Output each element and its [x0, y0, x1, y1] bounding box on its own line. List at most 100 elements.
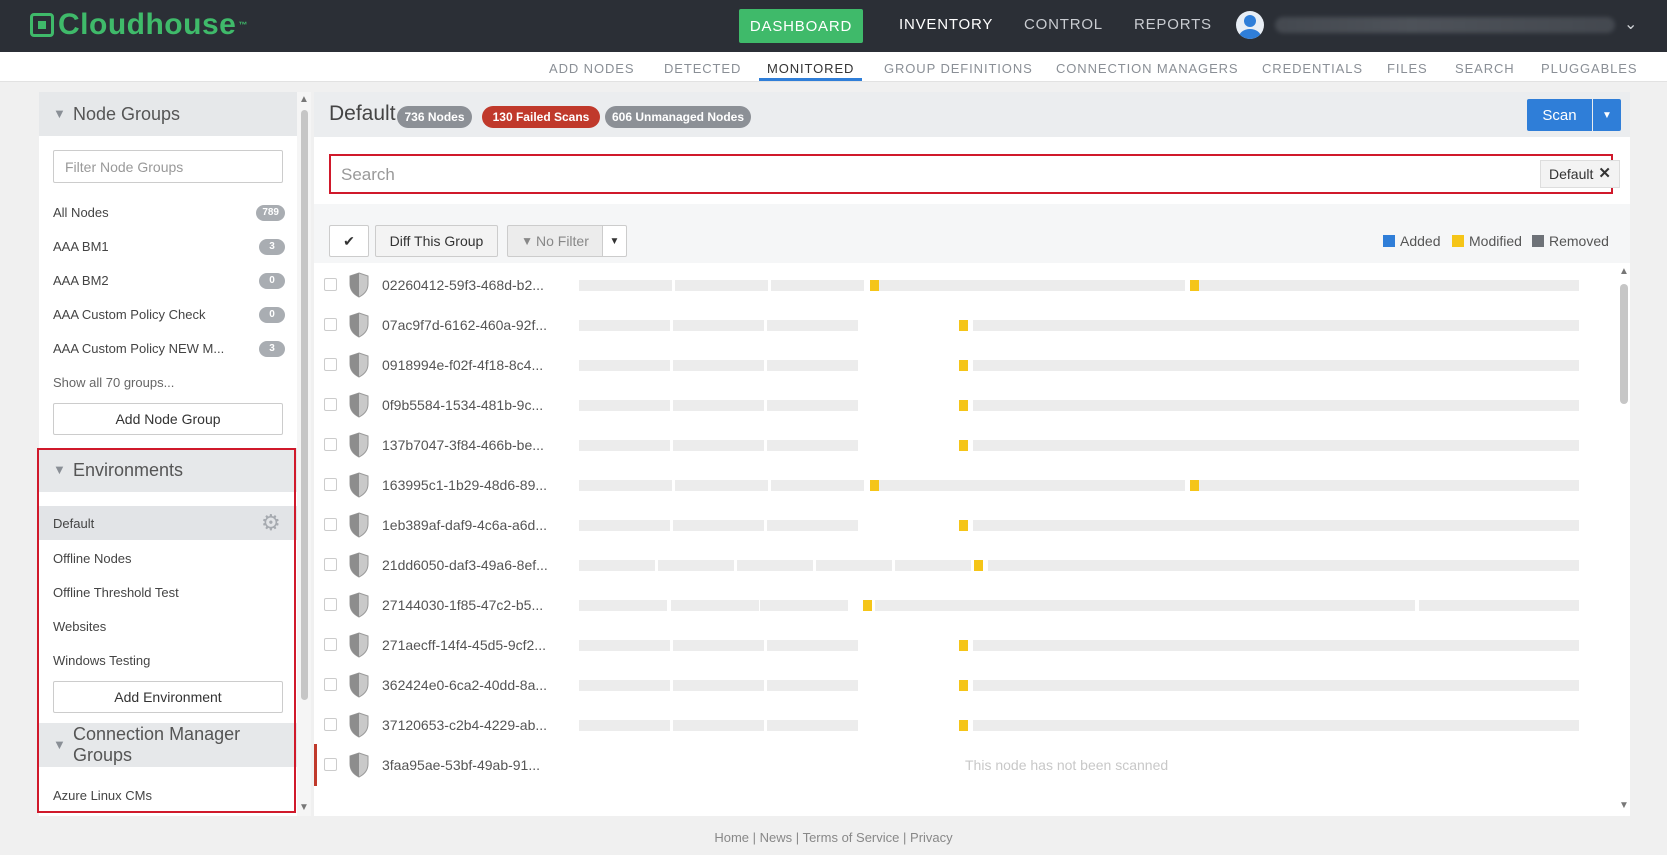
add-node-group-button[interactable]: Add Node Group	[53, 403, 283, 435]
row-checkbox[interactable]	[324, 678, 337, 691]
row-checkbox[interactable]	[324, 358, 337, 371]
footer-home-link[interactable]: Home	[714, 830, 749, 845]
table-row[interactable]: 0f9b5584-1534-481b-9c...	[314, 384, 1614, 426]
table-row[interactable]: 1eb389af-daf9-4c6a-a6d...	[314, 504, 1614, 546]
scan-history-timeline[interactable]	[579, 280, 1579, 291]
filter-dropdown-icon[interactable]: ▼	[602, 225, 627, 257]
footer-privacy-link[interactable]: Privacy	[910, 830, 953, 845]
sidebar-item-aaa-bm1[interactable]: AAA BM1	[53, 239, 109, 254]
table-row[interactable]: 02260412-59f3-468d-b2...	[314, 264, 1614, 306]
row-checkbox[interactable]	[324, 478, 337, 491]
footer-terms-link[interactable]: Terms of Service	[803, 830, 900, 845]
close-icon[interactable]: ✕	[1598, 161, 1611, 187]
timeline-segment[interactable]	[673, 680, 764, 691]
timeline-segment[interactable]	[579, 560, 655, 571]
timeline-segment[interactable]	[579, 320, 670, 331]
node-id-link[interactable]: 02260412-59f3-468d-b2...	[382, 277, 544, 293]
node-id-link[interactable]: 362424e0-6ca2-40dd-8a...	[382, 677, 547, 693]
subnav-detected[interactable]: DETECTED	[664, 61, 741, 76]
timeline-segment[interactable]	[816, 560, 892, 571]
diff-this-group-button[interactable]: Diff This Group	[375, 225, 498, 257]
scan-history-timeline[interactable]	[579, 680, 1579, 691]
timeline-segment[interactable]	[973, 320, 1579, 331]
row-checkbox[interactable]	[324, 558, 337, 571]
select-all-checkbox-button[interactable]: ✔	[329, 225, 369, 257]
table-row[interactable]: 362424e0-6ca2-40dd-8a...	[314, 664, 1614, 706]
timeline-segment[interactable]	[673, 400, 764, 411]
timeline-segment[interactable]	[579, 680, 670, 691]
timeline-segment[interactable]	[579, 640, 670, 651]
timeline-segment[interactable]	[673, 320, 764, 331]
subnav-connection-managers[interactable]: CONNECTION MANAGERS	[1056, 61, 1239, 76]
node-id-link[interactable]: 1eb389af-daf9-4c6a-a6d...	[382, 517, 547, 533]
row-checkbox[interactable]	[324, 638, 337, 651]
scan-history-timeline[interactable]	[579, 600, 1579, 611]
node-id-link[interactable]: 27144030-1f85-47c2-b5...	[382, 597, 543, 613]
timeline-segment[interactable]	[767, 520, 858, 531]
timeline-segment[interactable]	[579, 360, 670, 371]
timeline-segment[interactable]	[767, 720, 858, 731]
modified-marker[interactable]	[1190, 480, 1199, 491]
node-id-link[interactable]: 3faa95ae-53bf-49ab-91...	[382, 757, 540, 773]
scan-history-timeline[interactable]	[579, 360, 1579, 371]
scroll-down-icon[interactable]: ▼	[1619, 800, 1629, 811]
scrollbar-thumb[interactable]	[1620, 284, 1628, 404]
table-row[interactable]: 3faa95ae-53bf-49ab-91... This node has no…	[314, 744, 1614, 786]
modified-marker[interactable]	[870, 480, 879, 491]
modified-marker[interactable]	[959, 720, 968, 731]
timeline-segment[interactable]	[973, 520, 1579, 531]
timeline-segment[interactable]	[673, 440, 764, 451]
timeline-segment[interactable]	[737, 560, 813, 571]
timeline-segment[interactable]	[579, 600, 667, 611]
timeline-segment[interactable]	[579, 440, 670, 451]
modified-marker[interactable]	[959, 640, 968, 651]
modified-marker[interactable]	[974, 560, 983, 571]
modified-marker[interactable]	[1190, 280, 1199, 291]
timeline-segment[interactable]	[973, 680, 1579, 691]
timeline-segment[interactable]	[767, 320, 858, 331]
timeline-segment[interactable]	[771, 280, 864, 291]
timeline-segment[interactable]	[1419, 600, 1579, 611]
unmanaged-nodes-badge[interactable]: 606 Unmanaged Nodes	[605, 106, 751, 128]
node-id-link[interactable]: 0918994e-f02f-4f18-8c4...	[382, 357, 543, 373]
scroll-down-icon[interactable]: ▼	[299, 802, 309, 813]
node-id-link[interactable]: 21dd6050-daf3-49a6-8ef...	[382, 557, 548, 573]
footer-news-link[interactable]: News	[760, 830, 793, 845]
scrollbar-thumb[interactable]	[301, 110, 308, 700]
table-row[interactable]: 21dd6050-daf3-49a6-8ef...	[314, 544, 1614, 586]
timeline-segment[interactable]	[767, 680, 858, 691]
scan-history-timeline[interactable]	[579, 440, 1579, 451]
timeline-segment[interactable]	[767, 440, 858, 451]
scan-history-timeline[interactable]	[579, 560, 1579, 571]
modified-marker[interactable]	[959, 360, 968, 371]
sidebar-item-aaa-custom-policy-check[interactable]: AAA Custom Policy Check	[53, 307, 205, 322]
row-checkbox[interactable]	[324, 718, 337, 731]
modified-marker[interactable]	[959, 680, 968, 691]
table-row[interactable]: 27144030-1f85-47c2-b5...	[314, 584, 1614, 626]
table-row[interactable]: 37120653-c2b4-4229-ab...	[314, 704, 1614, 746]
timeline-segment[interactable]	[579, 400, 670, 411]
user-avatar-icon[interactable]	[1236, 11, 1264, 39]
scan-history-timeline[interactable]	[579, 520, 1579, 531]
sidebar-item-aaa-bm2[interactable]: AAA BM2	[53, 273, 109, 288]
row-checkbox[interactable]	[324, 318, 337, 331]
nav-inventory[interactable]: INVENTORY	[899, 16, 993, 33]
subnav-search[interactable]: SEARCH	[1455, 61, 1515, 76]
scan-button[interactable]: Scan	[1527, 99, 1592, 131]
cloudhouse-logo[interactable]: Cloudhouse ™	[30, 8, 248, 42]
subnav-pluggables[interactable]: PLUGGABLES	[1541, 61, 1637, 76]
node-groups-header[interactable]: ▼ Node Groups	[39, 92, 297, 136]
timeline-segment[interactable]	[658, 560, 734, 571]
table-row[interactable]: 137b7047-3f84-466b-be...	[314, 424, 1614, 466]
sidebar-item-all-nodes[interactable]: All Nodes	[53, 205, 109, 220]
main-scrollbar[interactable]: ▲ ▼	[1617, 264, 1630, 816]
timeline-segment[interactable]	[673, 720, 764, 731]
node-id-link[interactable]: 271aecff-14f4-45d5-9cf2...	[382, 637, 546, 653]
row-checkbox[interactable]	[324, 758, 337, 771]
timeline-segment[interactable]	[895, 560, 971, 571]
timeline-segment[interactable]	[973, 720, 1579, 731]
search-bar[interactable]: Default ✕	[329, 154, 1620, 194]
scan-history-timeline[interactable]	[579, 640, 1579, 651]
show-all-groups-link[interactable]: Show all 70 groups...	[53, 375, 174, 390]
timeline-segment[interactable]	[579, 280, 672, 291]
